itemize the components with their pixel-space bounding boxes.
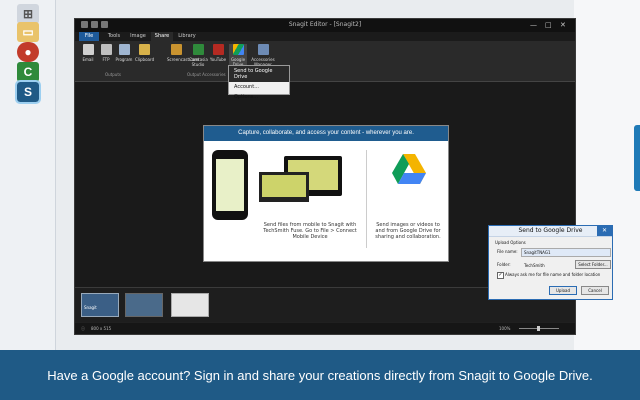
chrome-icon[interactable]: ●: [17, 42, 39, 62]
snagit-icon[interactable]: S: [15, 80, 41, 104]
ftp-icon: [100, 44, 112, 55]
accessories-icon: [257, 44, 269, 55]
program-button[interactable]: Program: [115, 44, 133, 62]
screencast-icon: [170, 44, 182, 55]
email-button[interactable]: Email: [79, 44, 97, 62]
screencast-button[interactable]: Screencast.com: [167, 44, 199, 62]
youtube-button[interactable]: YouTube: [209, 44, 227, 62]
camtasia-icon[interactable]: C: [17, 62, 39, 82]
google-drive-icon: [232, 44, 244, 55]
minimize-button[interactable]: —: [530, 21, 537, 29]
upload-button[interactable]: Upload: [549, 286, 577, 295]
group-label-outputs: Outputs: [105, 72, 121, 77]
zoom-level: 100%: [499, 326, 511, 331]
phone-illustration: [212, 150, 248, 220]
menu-item-account[interactable]: Account...: [229, 82, 289, 92]
ftp-button[interactable]: FTP: [97, 44, 115, 62]
fuse-description: Send files from mobile to Snagit with Te…: [263, 222, 357, 240]
folder-value: TechSmith: [524, 263, 545, 268]
tab-image[interactable]: Image: [127, 32, 149, 41]
cancel-button[interactable]: Cancel: [581, 286, 609, 295]
dialog-title: Send to Google Drive: [489, 226, 612, 237]
banner-divider: [366, 150, 367, 248]
youtube-icon: [212, 44, 224, 55]
title-bar: Snagit Editor - [Snagit2] — □ ✕: [75, 19, 575, 32]
window-title: Snagit Editor - [Snagit2]: [288, 21, 362, 28]
file-name-label: File name:: [497, 249, 518, 254]
group-label-output-accessories: Output Accessories: [187, 72, 226, 77]
tray-thumbnail[interactable]: [125, 293, 163, 317]
menu-item-options[interactable]: Options...: [229, 92, 289, 102]
always-ask-checkbox[interactable]: ✓: [497, 272, 504, 279]
tab-tools[interactable]: Tools: [103, 32, 125, 41]
google-drive-logo-icon: [392, 154, 426, 184]
ribbon: Email FTP Program Clipboard Screencast.c…: [75, 41, 575, 82]
laptop-illustration: [259, 172, 309, 202]
folder-label: Folder:: [497, 262, 511, 267]
google-drive-button[interactable]: Google Drive: [229, 44, 247, 67]
tray-thumbnail[interactable]: Snagit: [81, 293, 119, 317]
menu-item-send-to-google-drive[interactable]: Send to Google Drive: [229, 66, 289, 82]
side-tab[interactable]: [634, 125, 640, 191]
send-to-google-drive-dialog: Send to Google Drive ✕ Upload Options Fi…: [488, 225, 613, 300]
drive-description: Send images or videos to and from Google…: [375, 222, 441, 240]
caption-text: Have a Google account? Sign in and share…: [47, 368, 593, 383]
camtasia-button[interactable]: Camtasia Studio: [189, 44, 208, 67]
camtasia-ribbon-icon: [192, 44, 204, 55]
accessories-manager-button[interactable]: Accessories Manager: [251, 44, 275, 67]
tab-file[interactable]: File: [79, 32, 99, 41]
folder-icon[interactable]: ▭: [17, 22, 39, 42]
ribbon-tabs: File Tools Image Share Library: [75, 32, 575, 41]
always-ask-label: Always ask me for file name and folder l…: [505, 272, 601, 277]
image-dimensions: 800 x 515: [91, 326, 112, 331]
tab-share[interactable]: Share: [151, 32, 173, 41]
status-bar: ⓘ 800 x 515 100%: [75, 323, 575, 334]
close-button[interactable]: ✕: [560, 21, 566, 29]
info-icon[interactable]: ⓘ: [81, 323, 85, 334]
clipboard-icon: [138, 44, 150, 55]
clipboard-button[interactable]: Clipboard: [135, 44, 154, 62]
windows-logo-icon[interactable]: ⊞: [17, 4, 39, 24]
select-folder-button[interactable]: Select Folder...: [575, 260, 611, 269]
file-name-input[interactable]: SnagitTNAG1: [521, 248, 611, 257]
caption-bar: Have a Google account? Sign in and share…: [0, 350, 640, 400]
program-icon: [118, 44, 130, 55]
google-drive-menu: Send to Google Drive Account... Options.…: [228, 65, 290, 100]
zoom-slider-thumb[interactable]: [537, 326, 540, 331]
dialog-close-button[interactable]: ✕: [597, 226, 612, 236]
maximize-button[interactable]: □: [545, 21, 552, 29]
email-icon: [82, 44, 94, 55]
tab-library[interactable]: Library: [175, 32, 199, 41]
promo-image[interactable]: Capture, collaborate, and access your co…: [203, 125, 449, 262]
upload-options-label: Upload Options: [495, 240, 526, 245]
tray-thumbnail[interactable]: [171, 293, 209, 317]
windows-taskbar: ⊞ ▭ ● C S: [0, 0, 56, 350]
banner-headline: Capture, collaborate, and access your co…: [204, 126, 448, 141]
